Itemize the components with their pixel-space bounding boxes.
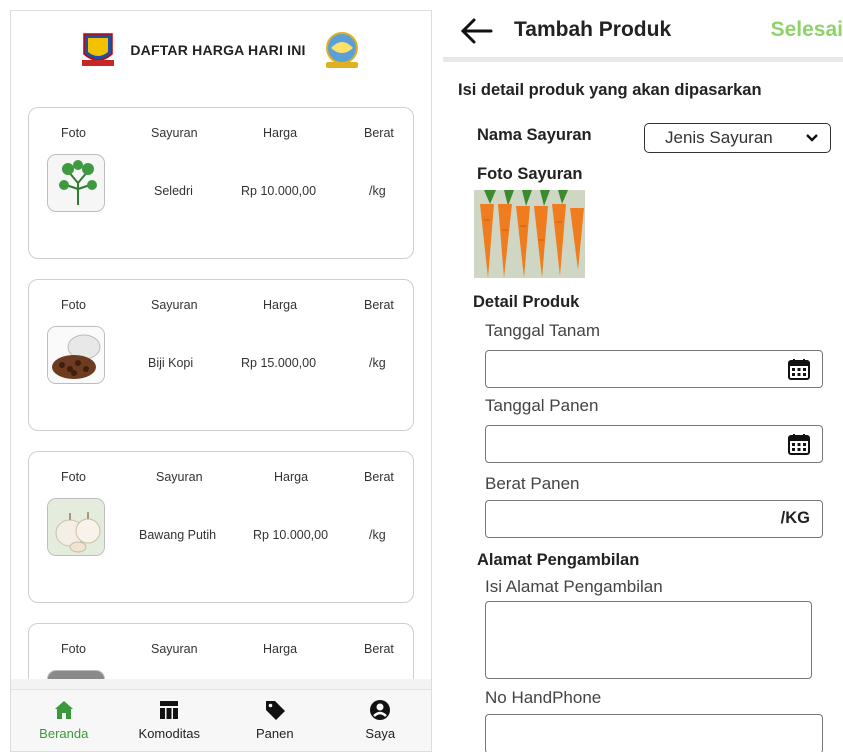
price-card[interactable]: Foto Sayuran Harga Berat xyxy=(28,623,414,679)
item-unit: /kg xyxy=(369,184,386,198)
item-name: Biji Kopi xyxy=(148,356,194,370)
column-harga: Harga xyxy=(263,642,298,656)
nav-komoditas[interactable]: Komoditas xyxy=(124,698,214,741)
column-berat: Berat xyxy=(364,126,394,140)
regency-logo-right xyxy=(318,30,366,70)
select-value: Jenis Sayuran xyxy=(665,128,773,147)
back-arrow-icon[interactable] xyxy=(459,16,493,46)
item-name: Bawang Putih xyxy=(139,528,217,542)
harvest-weight-input[interactable]: /KG xyxy=(485,500,823,538)
form-subtitle: Isi detail produk yang akan dipasarkan xyxy=(458,81,762,99)
coffee-beans-image xyxy=(47,326,105,384)
tag-icon xyxy=(265,701,285,720)
column-foto: Foto xyxy=(61,298,87,312)
table-icon xyxy=(160,701,179,719)
column-harga: Harga xyxy=(263,298,298,312)
add-product-screen: Tambah Produk Selesai Isi detail produk … xyxy=(443,0,843,752)
vegetable-name-label: Nama Sayuran xyxy=(477,126,592,144)
column-foto: Foto xyxy=(61,642,87,656)
price-card[interactable]: Foto Sayuran Harga Berat Bawang Putih Rp… xyxy=(28,451,414,603)
user-icon xyxy=(370,700,391,720)
price-card[interactable]: Foto Sayuran Harga Berat Seledri Rp 10.0… xyxy=(28,107,414,259)
column-berat: Berat xyxy=(364,298,394,312)
harvest-date-label: Tanggal Panen xyxy=(485,396,599,415)
plant-date-label: Tanggal Tanam xyxy=(485,321,600,340)
add-product-header: Tambah Produk Selesai xyxy=(443,0,843,62)
home-icon xyxy=(54,701,73,719)
page-title: Tambah Produk xyxy=(514,18,672,41)
column-harga: Harga xyxy=(263,126,298,140)
screenshot-root: DAFTAR HARGA HARI INI Foto Sayuran Harga… xyxy=(0,0,843,752)
item-name: Seledri xyxy=(154,184,193,198)
nav-panen[interactable]: Panen xyxy=(230,698,320,741)
bottom-navigation: Beranda Komoditas Panen Saya xyxy=(11,689,431,751)
garlic-image xyxy=(47,498,105,556)
nav-label: Beranda xyxy=(39,726,89,741)
column-foto: Foto xyxy=(61,126,87,140)
regency-logo-left xyxy=(78,30,118,70)
plant-date-input[interactable] xyxy=(485,350,823,388)
phone-number-label: No HandPhone xyxy=(485,688,602,707)
column-sayuran: Sayuran xyxy=(156,470,203,484)
item-unit: /kg xyxy=(369,528,386,542)
price-card[interactable]: Foto Sayuran Harga Berat Biji Kopi Rp 15… xyxy=(28,279,414,431)
column-berat: Berat xyxy=(364,642,394,656)
pickup-address-hint: Isi Alamat Pengambilan xyxy=(485,577,663,596)
price-list[interactable]: Foto Sayuran Harga Berat Seledri Rp 10.0… xyxy=(11,89,431,679)
column-sayuran: Sayuran xyxy=(151,298,198,312)
nav-beranda[interactable]: Beranda xyxy=(19,698,109,741)
weight-unit: /KG xyxy=(780,509,810,527)
chevron-down-icon xyxy=(806,134,818,142)
calendar-icon[interactable] xyxy=(788,358,810,380)
nav-saya[interactable]: Saya xyxy=(335,698,425,741)
celery-image xyxy=(47,154,105,212)
price-list-header: DAFTAR HARGA HARI INI xyxy=(11,11,431,89)
column-berat: Berat xyxy=(364,470,394,484)
calendar-icon[interactable] xyxy=(788,433,810,455)
vegetable-type-select[interactable]: Jenis Sayuran xyxy=(644,123,831,153)
item-price: Rp 10.000,00 xyxy=(241,184,317,198)
harvest-date-input[interactable] xyxy=(485,425,823,463)
column-harga: Harga xyxy=(274,470,309,484)
pickup-address-label: Alamat Pengambilan xyxy=(477,551,640,569)
product-detail-label: Detail Produk xyxy=(473,293,580,311)
product-image xyxy=(47,670,105,679)
vegetable-photo-label: Foto Sayuran xyxy=(477,165,583,183)
item-price: Rp 10.000,00 xyxy=(253,528,329,542)
done-button[interactable]: Selesai xyxy=(771,18,843,42)
pickup-address-textarea[interactable] xyxy=(485,601,812,679)
phone-number-input[interactable] xyxy=(485,714,823,752)
carrot-photo[interactable] xyxy=(474,190,585,278)
nav-label: Saya xyxy=(365,726,396,741)
column-sayuran: Sayuran xyxy=(151,642,198,656)
nav-label: Panen xyxy=(255,726,294,741)
column-foto: Foto xyxy=(61,470,87,484)
item-unit: /kg xyxy=(369,356,386,370)
nav-label: Komoditas xyxy=(138,726,200,741)
harvest-weight-label: Berat Panen xyxy=(485,474,580,493)
item-price: Rp 15.000,00 xyxy=(241,356,317,370)
price-list-screen: DAFTAR HARGA HARI INI Foto Sayuran Harga… xyxy=(10,10,432,752)
column-sayuran: Sayuran xyxy=(151,126,198,140)
page-title: DAFTAR HARGA HARI INI xyxy=(130,42,306,58)
